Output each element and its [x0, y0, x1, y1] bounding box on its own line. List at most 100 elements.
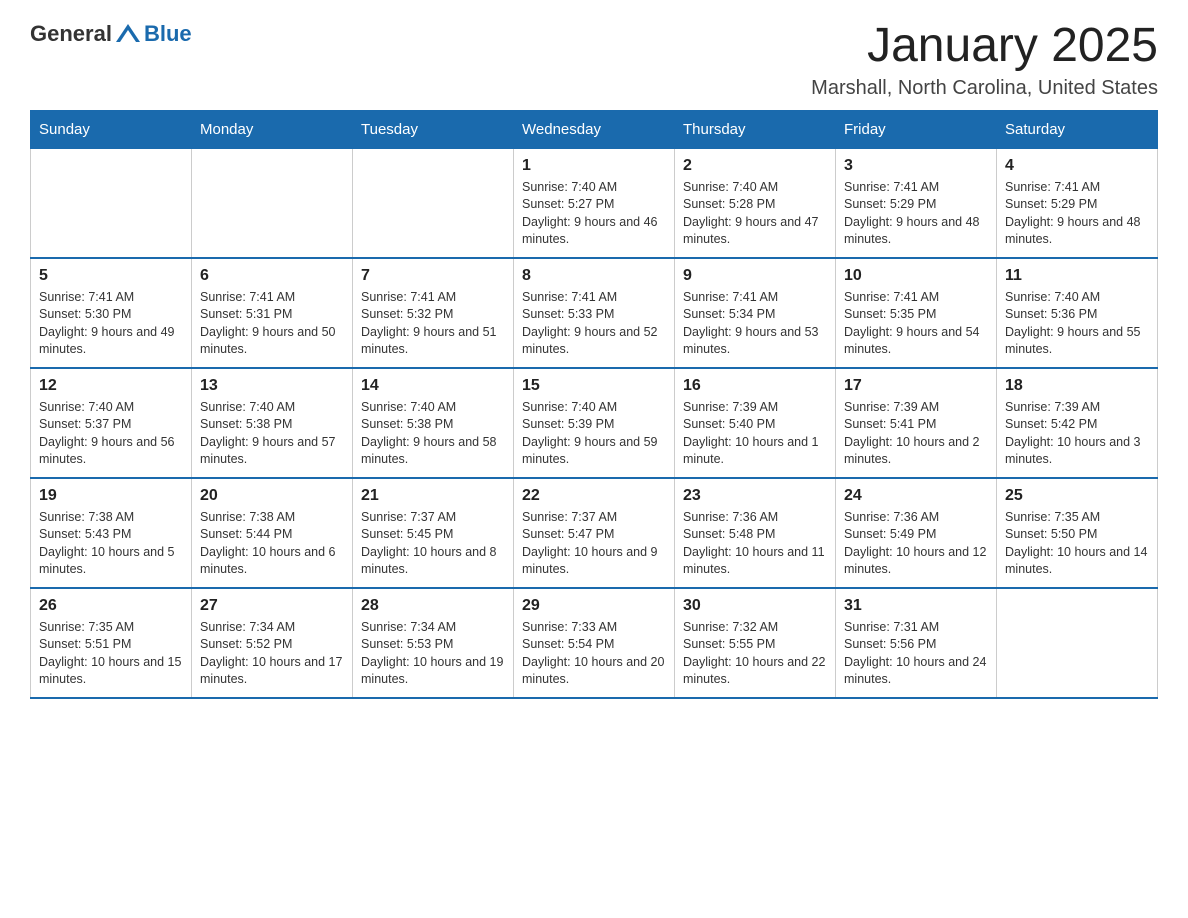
calendar-week-row: 5Sunrise: 7:41 AMSunset: 5:30 PMDaylight… — [31, 258, 1158, 368]
page-subtitle: Marshall, North Carolina, United States — [811, 77, 1158, 100]
calendar-header-saturday: Saturday — [997, 110, 1158, 148]
day-info: Sunrise: 7:34 AMSunset: 5:53 PMDaylight:… — [361, 619, 505, 689]
day-number: 23 — [683, 487, 827, 505]
calendar-day-6: 6Sunrise: 7:41 AMSunset: 5:31 PMDaylight… — [192, 258, 353, 368]
day-info: Sunrise: 7:38 AMSunset: 5:43 PMDaylight:… — [39, 509, 183, 579]
calendar-day-28: 28 Sunrise: 7:34 AMSunset: 5:53 PMDayligh… — [353, 588, 514, 698]
calendar-week-row: 19 Sunrise: 7:38 AMSunset: 5:43 PMDayligh… — [31, 478, 1158, 588]
calendar-day-1: 1Sunrise: 7:40 AMSunset: 5:27 PMDaylight… — [514, 148, 675, 258]
day-number: 6 — [200, 267, 344, 285]
calendar-day-13: 13 Sunrise: 7:40 AMSunset: 5:38 PMDayligh… — [192, 368, 353, 478]
calendar-day-10: 10Sunrise: 7:41 AMSunset: 5:35 PMDayligh… — [836, 258, 997, 368]
calendar-day-3: 3 Sunrise: 7:41 AMSunset: 5:29 PMDaylight… — [836, 148, 997, 258]
title-area: January 2025 Marshall, North Carolina, U… — [811, 20, 1158, 100]
day-info: Sunrise: 7:40 AMSunset: 5:37 PMDaylight:… — [39, 399, 183, 469]
day-number: 16 — [683, 377, 827, 395]
calendar-day-14: 14 Sunrise: 7:40 AMSunset: 5:38 PMDayligh… — [353, 368, 514, 478]
day-info: Sunrise: 7:36 AMSunset: 5:48 PMDaylight:… — [683, 509, 827, 579]
calendar-day-21: 21 Sunrise: 7:37 AMSunset: 5:45 PMDayligh… — [353, 478, 514, 588]
day-info: Sunrise: 7:35 AMSunset: 5:50 PMDaylight:… — [1005, 509, 1149, 579]
calendar-day-27: 27 Sunrise: 7:34 AMSunset: 5:52 PMDayligh… — [192, 588, 353, 698]
day-number: 13 — [200, 377, 344, 395]
day-info: Sunrise: 7:41 AMSunset: 5:33 PMDaylight:… — [522, 289, 666, 359]
calendar-day-29: 29 Sunrise: 7:33 AMSunset: 5:54 PMDayligh… — [514, 588, 675, 698]
calendar-day-16: 16 Sunrise: 7:39 AMSunset: 5:40 PMDayligh… — [675, 368, 836, 478]
page-title: January 2025 — [811, 20, 1158, 73]
day-number: 15 — [522, 377, 666, 395]
day-info: Sunrise: 7:40 AMSunset: 5:36 PMDaylight:… — [1005, 289, 1149, 359]
calendar-day-22: 22Sunrise: 7:37 AMSunset: 5:47 PMDayligh… — [514, 478, 675, 588]
day-info: Sunrise: 7:39 AMSunset: 5:42 PMDaylight:… — [1005, 399, 1149, 469]
day-info: Sunrise: 7:35 AMSunset: 5:51 PMDaylight:… — [39, 619, 183, 689]
calendar-day-25: 25 Sunrise: 7:35 AMSunset: 5:50 PMDayligh… — [997, 478, 1158, 588]
day-info: Sunrise: 7:41 AMSunset: 5:30 PMDaylight:… — [39, 289, 183, 359]
calendar-day-5: 5Sunrise: 7:41 AMSunset: 5:30 PMDaylight… — [31, 258, 192, 368]
day-info: Sunrise: 7:36 AMSunset: 5:49 PMDaylight:… — [844, 509, 988, 579]
day-number: 27 — [200, 597, 344, 615]
day-number: 3 — [844, 157, 988, 175]
calendar-header-tuesday: Tuesday — [353, 110, 514, 148]
logo-text-general: General — [30, 21, 112, 47]
day-number: 18 — [1005, 377, 1149, 395]
logo: General Blue — [30, 20, 192, 48]
day-info: Sunrise: 7:40 AMSunset: 5:38 PMDaylight:… — [361, 399, 505, 469]
calendar-day-7: 7 Sunrise: 7:41 AMSunset: 5:32 PMDaylight… — [353, 258, 514, 368]
day-info: Sunrise: 7:32 AMSunset: 5:55 PMDaylight:… — [683, 619, 827, 689]
calendar-week-row: 1Sunrise: 7:40 AMSunset: 5:27 PMDaylight… — [31, 148, 1158, 258]
logo-text-blue: Blue — [144, 21, 192, 47]
day-number: 21 — [361, 487, 505, 505]
day-number: 7 — [361, 267, 505, 285]
day-info: Sunrise: 7:41 AMSunset: 5:29 PMDaylight:… — [844, 179, 988, 249]
page-header: General Blue January 2025 Marshall, Nort… — [30, 20, 1158, 100]
day-number: 28 — [361, 597, 505, 615]
day-number: 19 — [39, 487, 183, 505]
day-number: 11 — [1005, 267, 1149, 285]
calendar-empty-cell — [997, 588, 1158, 698]
day-info: Sunrise: 7:33 AMSunset: 5:54 PMDaylight:… — [522, 619, 666, 689]
day-number: 26 — [39, 597, 183, 615]
day-number: 10 — [844, 267, 988, 285]
day-number: 14 — [361, 377, 505, 395]
day-number: 29 — [522, 597, 666, 615]
day-info: Sunrise: 7:34 AMSunset: 5:52 PMDaylight:… — [200, 619, 344, 689]
calendar-header-friday: Friday — [836, 110, 997, 148]
day-info: Sunrise: 7:38 AMSunset: 5:44 PMDaylight:… — [200, 509, 344, 579]
day-info: Sunrise: 7:41 AMSunset: 5:32 PMDaylight:… — [361, 289, 505, 359]
day-number: 2 — [683, 157, 827, 175]
calendar-day-2: 2Sunrise: 7:40 AMSunset: 5:28 PMDaylight… — [675, 148, 836, 258]
calendar-empty-cell — [192, 148, 353, 258]
day-info: Sunrise: 7:37 AMSunset: 5:45 PMDaylight:… — [361, 509, 505, 579]
day-number: 30 — [683, 597, 827, 615]
calendar-day-8: 8 Sunrise: 7:41 AMSunset: 5:33 PMDaylight… — [514, 258, 675, 368]
calendar-day-15: 15Sunrise: 7:40 AMSunset: 5:39 PMDayligh… — [514, 368, 675, 478]
day-number: 1 — [522, 157, 666, 175]
calendar-header-sunday: Sunday — [31, 110, 192, 148]
day-info: Sunrise: 7:39 AMSunset: 5:40 PMDaylight:… — [683, 399, 827, 469]
calendar-empty-cell — [353, 148, 514, 258]
logo-icon — [114, 20, 142, 48]
day-number: 4 — [1005, 157, 1149, 175]
calendar-header-wednesday: Wednesday — [514, 110, 675, 148]
day-info: Sunrise: 7:41 AMSunset: 5:34 PMDaylight:… — [683, 289, 827, 359]
calendar-week-row: 12 Sunrise: 7:40 AMSunset: 5:37 PMDayligh… — [31, 368, 1158, 478]
day-info: Sunrise: 7:39 AMSunset: 5:41 PMDaylight:… — [844, 399, 988, 469]
day-number: 12 — [39, 377, 183, 395]
day-number: 25 — [1005, 487, 1149, 505]
calendar-day-18: 18 Sunrise: 7:39 AMSunset: 5:42 PMDayligh… — [997, 368, 1158, 478]
day-number: 24 — [844, 487, 988, 505]
day-info: Sunrise: 7:37 AMSunset: 5:47 PMDaylight:… — [522, 509, 666, 579]
calendar-header-monday: Monday — [192, 110, 353, 148]
day-info: Sunrise: 7:41 AMSunset: 5:29 PMDaylight:… — [1005, 179, 1149, 249]
calendar-day-12: 12 Sunrise: 7:40 AMSunset: 5:37 PMDayligh… — [31, 368, 192, 478]
day-number: 31 — [844, 597, 988, 615]
calendar-day-19: 19 Sunrise: 7:38 AMSunset: 5:43 PMDayligh… — [31, 478, 192, 588]
day-number: 8 — [522, 267, 666, 285]
calendar-day-31: 31Sunrise: 7:31 AMSunset: 5:56 PMDayligh… — [836, 588, 997, 698]
day-number: 20 — [200, 487, 344, 505]
calendar-week-row: 26 Sunrise: 7:35 AMSunset: 5:51 PMDayligh… — [31, 588, 1158, 698]
calendar-header-thursday: Thursday — [675, 110, 836, 148]
calendar-day-9: 9Sunrise: 7:41 AMSunset: 5:34 PMDaylight… — [675, 258, 836, 368]
calendar-day-4: 4 Sunrise: 7:41 AMSunset: 5:29 PMDaylight… — [997, 148, 1158, 258]
calendar-day-23: 23 Sunrise: 7:36 AMSunset: 5:48 PMDayligh… — [675, 478, 836, 588]
day-info: Sunrise: 7:40 AMSunset: 5:38 PMDaylight:… — [200, 399, 344, 469]
